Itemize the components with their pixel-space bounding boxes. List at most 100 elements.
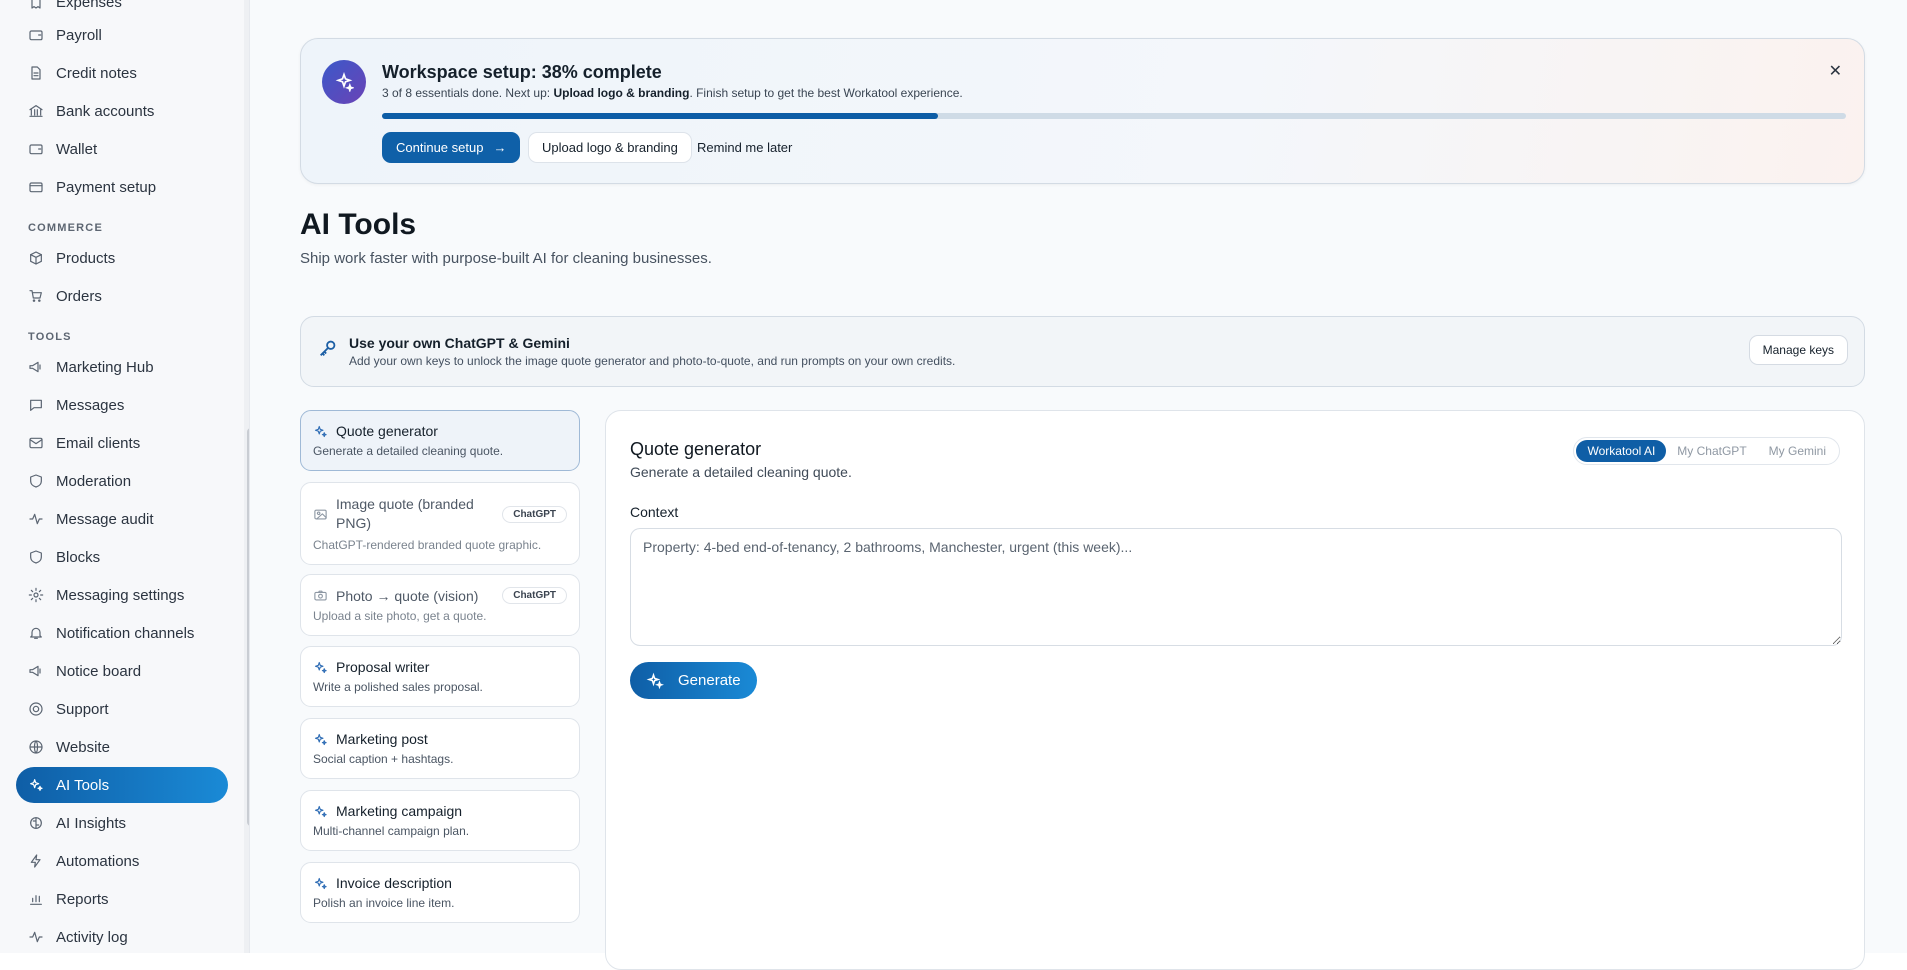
tool-name: Image quote (branded PNG) <box>336 496 474 531</box>
camera-icon <box>313 588 328 603</box>
setup-progress-bar <box>382 113 1846 119</box>
sidebar-item-label: Support <box>56 700 109 718</box>
sidebar-item-messaging-settings[interactable]: Messaging settings <box>16 577 228 613</box>
tool-card-image-quote-branded-png[interactable]: Image quote (branded PNG) ChatGPT ChatGPT-… <box>300 482 580 565</box>
own-keys-subtitle: Add your own keys to unlock the image qu… <box>349 354 956 368</box>
bank-icon <box>28 103 44 119</box>
sidebar-item-label: Orders <box>56 287 102 305</box>
setup-title: Workspace setup: 38% complete <box>382 62 662 82</box>
tool-card-photo-quote-vision[interactable]: Photo → quote (vision) ChatGPT Upload a si… <box>300 574 580 636</box>
sidebar-item-blocks[interactable]: Blocks <box>16 539 228 575</box>
megaphone-icon <box>28 359 44 375</box>
tool-description: Polish an invoice line item. <box>313 896 455 910</box>
shield-icon <box>28 549 44 565</box>
continue-setup-button[interactable]: Continue setup → <box>382 132 521 163</box>
provider-switch: Workatool AI My ChatGPT My Gemini <box>1573 437 1840 465</box>
sidebar-item-payroll[interactable]: Payroll <box>16 17 228 53</box>
tool-card-marketing-campaign[interactable]: Marketing campaign Multi-channel campaign… <box>300 790 580 851</box>
tool-name: Marketing campaign <box>336 803 463 819</box>
receipt-icon <box>28 0 44 10</box>
brain-icon <box>28 815 44 831</box>
sidebar-item-label: Notification channels <box>56 624 195 642</box>
generate-button[interactable]: Generate <box>630 662 757 699</box>
page-title: AI Tools <box>300 208 417 241</box>
sparkles-icon <box>313 424 328 439</box>
tool-card-invoice-description[interactable]: Invoice description Polish an invoice lin… <box>300 862 580 923</box>
tool-description: Multi-channel campaign plan. <box>313 824 470 838</box>
sidebar-item-message-audit[interactable]: Message audit <box>16 501 228 537</box>
sidebar-item-activity-log[interactable]: Activity log <box>16 919 228 953</box>
upload-logo-button[interactable]: Upload logo & branding <box>528 132 692 163</box>
sidebar-item-moderation[interactable]: Moderation <box>16 463 228 499</box>
sidebar-item-ai-insights[interactable]: AI Insights <box>16 805 228 841</box>
provider-option-workatool-ai[interactable]: Workatool AI <box>1576 440 1667 462</box>
sidebar-item-label: Automations <box>56 852 140 870</box>
sidebar-item-products[interactable]: Products <box>16 240 228 276</box>
key-icon <box>320 340 336 356</box>
sidebar-item-label: Wallet <box>56 140 98 158</box>
panel-subtitle: Generate a detailed cleaning quote. <box>630 464 852 480</box>
sparkles-icon <box>313 732 328 747</box>
sidebar-item-label: Expenses <box>56 0 122 11</box>
sidebar-item-orders[interactable]: Orders <box>16 278 228 314</box>
main-content: Workspace setup: 38% complete 3 of 8 ess… <box>250 0 1907 970</box>
sidebar-item-website[interactable]: Website <box>16 729 228 765</box>
sparkles-icon <box>646 672 664 689</box>
tool-card-proposal-writer[interactable]: Proposal writer Write a polished sales pr… <box>300 646 580 707</box>
globe-icon <box>28 739 44 755</box>
bolt-icon <box>28 853 44 869</box>
sidebar-item-label: Messages <box>56 396 125 414</box>
tool-description: Social caption + hashtags. <box>313 752 454 766</box>
sidebar-item-label: AI Insights <box>56 814 127 832</box>
sidebar-section-label: COMMERCE <box>28 222 103 234</box>
chat-icon <box>28 397 44 413</box>
sidebar-item-email-clients[interactable]: Email clients <box>16 425 228 461</box>
own-keys-title: Use your own ChatGPT & Gemini <box>349 335 570 351</box>
tool-description: Upload a site photo, get a quote. <box>313 609 487 623</box>
sidebar-item-label: Website <box>56 738 110 756</box>
sidebar-item-notification-channels[interactable]: Notification channels <box>16 615 228 651</box>
megaphone-icon <box>28 663 44 679</box>
sidebar-item-bank-accounts[interactable]: Bank accounts <box>16 93 228 129</box>
provider-badge: ChatGPT <box>502 505 567 523</box>
sparkles-icon <box>313 876 328 891</box>
sidebar-item-label: Blocks <box>56 548 101 566</box>
sidebar-item-marketing-hub[interactable]: Marketing Hub <box>16 349 228 385</box>
sidebar-item-label: Notice board <box>56 662 142 680</box>
provider-option-my-gemini[interactable]: My Gemini <box>1758 440 1837 462</box>
sidebar-item-label: Products <box>56 249 116 267</box>
tool-name: Quote generator <box>336 423 438 439</box>
sidebar-item-label: Payment setup <box>56 178 157 196</box>
provider-option-my-chatgpt[interactable]: My ChatGPT <box>1666 440 1757 462</box>
context-label: Context <box>630 504 679 520</box>
cart-icon <box>28 288 44 304</box>
sidebar-item-label: Reports <box>56 890 109 908</box>
sidebar-item-reports[interactable]: Reports <box>16 881 228 917</box>
tool-description: Generate a detailed cleaning quote. <box>313 444 504 458</box>
tool-name: Marketing post <box>336 731 428 747</box>
manage-keys-button[interactable]: Manage keys <box>1748 335 1848 365</box>
tool-name: Photo → quote (vision) <box>336 587 479 604</box>
remind-later-button[interactable]: Remind me later <box>689 132 800 163</box>
context-input[interactable] <box>630 528 1842 646</box>
document-icon <box>28 65 44 81</box>
sidebar-item-support[interactable]: Support <box>16 691 228 727</box>
tool-card-marketing-post[interactable]: Marketing post Social caption + hashtags. <box>300 718 580 779</box>
sidebar-item-payment-setup[interactable]: Payment setup <box>16 169 228 205</box>
sidebar-item-label: Payroll <box>56 26 102 44</box>
sidebar-item-notice-board[interactable]: Notice board <box>16 653 228 689</box>
sidebar-item-automations[interactable]: Automations <box>16 843 228 879</box>
sidebar-item-credit-notes[interactable]: Credit notes <box>16 55 228 91</box>
bell-icon <box>28 625 44 641</box>
sidebar-item-label: Activity log <box>56 928 128 946</box>
tool-card-quote-generator[interactable]: Quote generator Generate a detailed clean… <box>300 410 580 471</box>
sidebar-item-label: Email clients <box>56 434 141 452</box>
page-subtitle: Ship work faster with purpose-built AI f… <box>300 250 712 267</box>
sidebar-item-wallet[interactable]: Wallet <box>16 131 228 167</box>
tool-panel: Quote generator Generate a detailed clea… <box>605 410 1865 970</box>
sidebar-item-ai-tools[interactable]: AI Tools <box>16 767 228 803</box>
tool-description: ChatGPT-rendered branded quote graphic. <box>313 538 542 552</box>
sidebar-item-messages[interactable]: Messages <box>16 387 228 423</box>
close-icon[interactable]: ✕ <box>1829 61 1842 81</box>
own-keys-card: Use your own ChatGPT & Gemini Add your o… <box>300 316 1865 387</box>
